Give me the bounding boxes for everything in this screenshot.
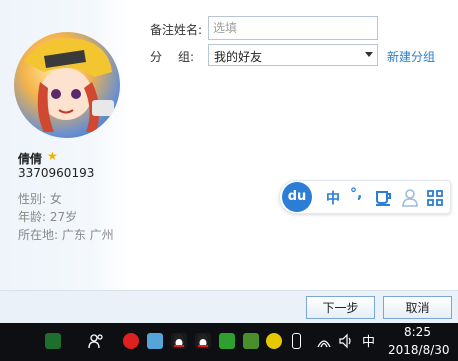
clock-time[interactable]: 8:25 [404, 325, 431, 339]
star-icon: ★ [47, 149, 58, 163]
avatar-illustration [24, 38, 114, 132]
nickname: 倩倩 [18, 152, 43, 166]
ime-punct-toggle[interactable]: °, [350, 186, 362, 202]
qq-number: 3370960193 [18, 166, 95, 180]
app-tray-icon[interactable] [147, 333, 163, 349]
add-friend-dialog: 倩倩 ★ 3370960193 性别: 女 年龄: 27岁 所在地: 广东 广州… [0, 0, 458, 323]
battery-icon[interactable] [45, 333, 61, 349]
remark-label: 备注姓名: [150, 23, 203, 37]
new-group-link[interactable]: 新建分组 [387, 48, 435, 65]
avatar [14, 32, 120, 138]
people-icon[interactable] [88, 333, 104, 349]
remark-input[interactable] [208, 16, 378, 40]
next-button[interactable]: 下一步 [306, 296, 375, 319]
age-info: 年龄: 27岁 [18, 210, 78, 224]
group-select[interactable]: 我的好友 [208, 44, 378, 66]
ime-toolbar[interactable]: du 中 °, [279, 180, 451, 214]
group-select-value: 我的好友 [214, 50, 263, 64]
cancel-button[interactable]: 取消 [383, 296, 452, 319]
qq-penguin-icon-2[interactable] [195, 333, 211, 349]
user-icon[interactable] [402, 189, 418, 211]
usb-icon[interactable] [292, 333, 301, 349]
group-label-1: 分 [150, 50, 163, 64]
baidu-ime-logo-icon[interactable]: du [282, 182, 312, 212]
wifi-icon[interactable] [316, 333, 332, 349]
nvidia-icon[interactable] [243, 333, 259, 349]
wechat-icon[interactable] [219, 333, 235, 349]
qq-penguin-icon[interactable] [171, 333, 187, 349]
grid-icon[interactable] [427, 190, 443, 210]
chevron-down-icon [365, 52, 373, 57]
volume-icon[interactable] [338, 333, 354, 349]
add-icon[interactable] [266, 333, 282, 349]
gender-info: 性别: 女 [18, 192, 62, 206]
clock-date[interactable]: 2018/8/30 [388, 343, 450, 357]
netease-music-icon[interactable] [123, 333, 139, 349]
ime-mode-toggle[interactable]: 中 [326, 188, 340, 208]
ime-indicator[interactable]: 中 [362, 331, 375, 350]
group-label-2: 组: [178, 50, 195, 64]
location-info: 所在地: 广东 广州 [18, 228, 114, 242]
cup-icon[interactable] [375, 190, 393, 210]
